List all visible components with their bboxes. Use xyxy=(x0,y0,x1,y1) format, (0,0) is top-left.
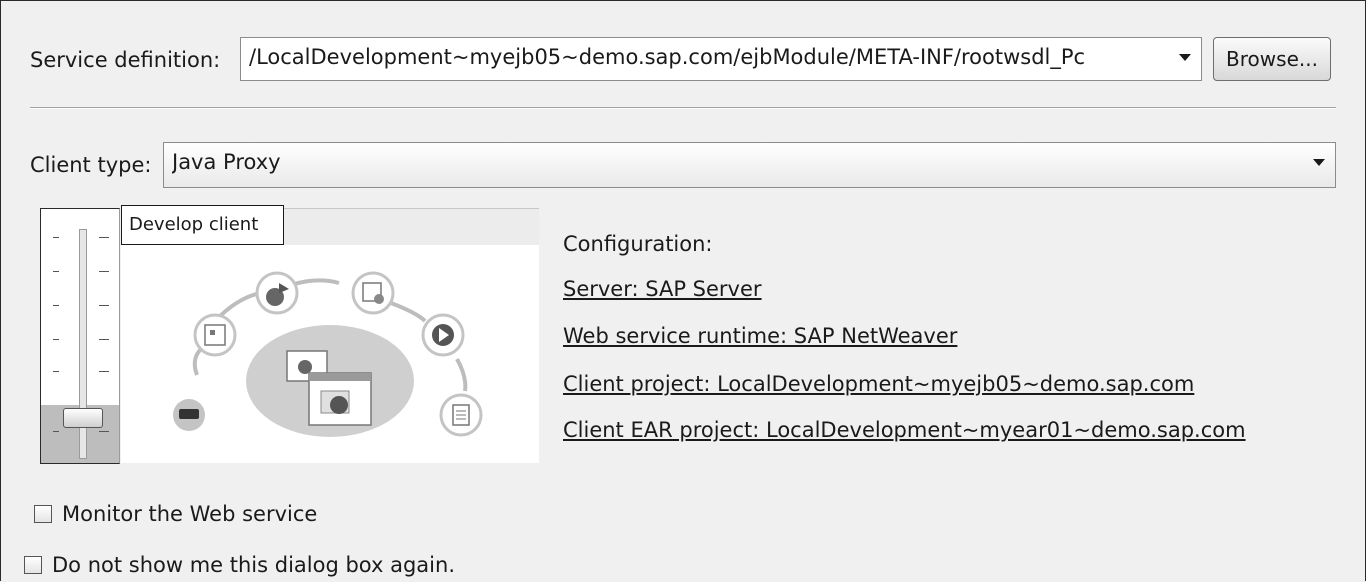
slider-tick xyxy=(53,431,59,432)
slider-tick xyxy=(53,305,59,306)
dont-show-label: Do not show me this dialog box again. xyxy=(52,553,455,577)
client-type-label: Client type: xyxy=(30,153,152,177)
chart-icon xyxy=(255,271,299,315)
service-definition-combo[interactable]: /LocalDevelopment~myejb05~demo.sap.com/e… xyxy=(240,37,1202,81)
client-type-value: Java Proxy xyxy=(172,150,281,174)
cart-icon xyxy=(173,399,205,431)
play-icon xyxy=(421,313,465,357)
slider-tick xyxy=(99,339,109,340)
service-definition-label: Service definition: xyxy=(30,48,221,72)
slider-tick xyxy=(99,305,109,306)
chevron-down-icon[interactable] xyxy=(1179,54,1191,61)
slider-tooltip: Develop client xyxy=(121,205,284,245)
document-icon xyxy=(439,393,483,437)
slider-thumb[interactable] xyxy=(63,408,103,428)
slider-tick xyxy=(53,271,59,272)
chevron-down-icon[interactable] xyxy=(1313,159,1325,166)
workflow-diagram-graphic xyxy=(173,271,483,437)
slider-tick xyxy=(99,431,109,432)
workflow-diagram xyxy=(121,208,539,463)
dont-show-checkbox[interactable] xyxy=(24,556,42,574)
client-level-slider[interactable] xyxy=(40,208,120,464)
service-definition-value: /LocalDevelopment~myejb05~demo.sap.com/e… xyxy=(249,45,1086,69)
monitor-label: Monitor the Web service xyxy=(62,502,318,526)
configuration-heading: Configuration: xyxy=(563,232,713,256)
slider-tick xyxy=(53,237,59,238)
slider-tick xyxy=(99,271,109,272)
layout-icon xyxy=(193,313,237,357)
settings-icon xyxy=(351,271,395,315)
server-link[interactable]: Server: SAP Server xyxy=(563,277,762,301)
slider-tick xyxy=(99,237,109,238)
slider-tick xyxy=(53,371,59,372)
browse-button[interactable]: Browse... xyxy=(1213,37,1331,81)
client-project-link[interactable]: Client project: LocalDevelopment~myejb05… xyxy=(563,372,1194,396)
separator xyxy=(30,107,1336,109)
client-ear-project-link[interactable]: Client EAR project: LocalDevelopment~mye… xyxy=(563,418,1246,442)
slider-tick xyxy=(99,371,109,372)
web-service-runtime-link[interactable]: Web service runtime: SAP NetWeaver xyxy=(563,324,957,348)
client-type-combo[interactable]: Java Proxy xyxy=(163,142,1336,188)
monitor-checkbox[interactable] xyxy=(34,505,52,523)
slider-tick xyxy=(53,339,59,340)
